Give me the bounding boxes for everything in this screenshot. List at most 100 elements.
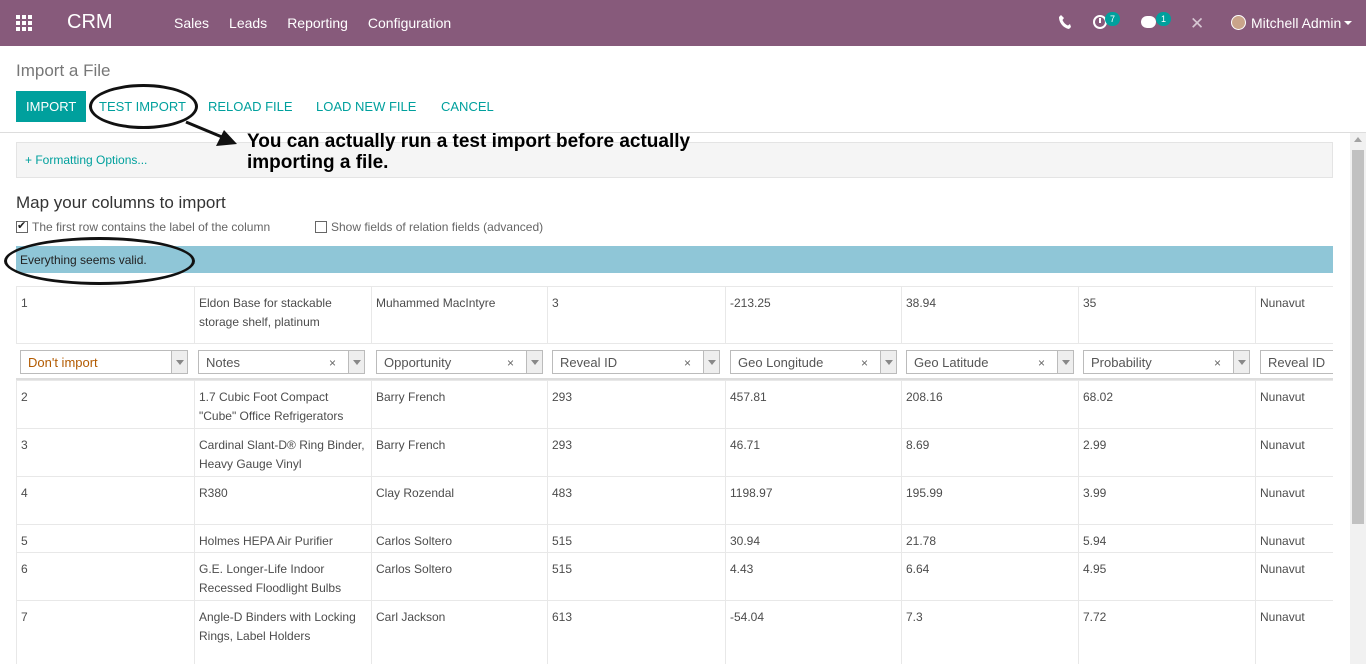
table-cell: 293 [547, 381, 725, 428]
table-cell: 483 [547, 477, 725, 524]
mapping-select-value: Probability [1091, 355, 1152, 370]
table-cell: 613 [547, 601, 725, 664]
menu-item-reporting[interactable]: Reporting [287, 15, 348, 31]
menu-item-configuration[interactable]: Configuration [368, 15, 451, 31]
annotation-ellipse [4, 237, 195, 285]
table-row: 5 Holmes HEPA Air Purifier Carlos Solter… [16, 524, 1333, 552]
mapping-select[interactable]: Reveal ID × [552, 350, 720, 374]
scroll-up-arrow-icon[interactable] [1354, 137, 1362, 142]
messages-icon[interactable] [1141, 16, 1156, 28]
table-cell: Angle-D Binders with Locking Rings, Labe… [194, 601, 371, 664]
clear-icon[interactable]: × [1038, 356, 1045, 370]
table-cell: 208.16 [901, 381, 1078, 428]
table-row: 6 G.E. Longer-Life Indoor Recessed Flood… [16, 552, 1333, 600]
clear-icon[interactable]: × [684, 356, 691, 370]
chevron-down-icon[interactable] [348, 351, 364, 373]
column-mapping-row: Don't import Notes × Opportunity × Revea… [16, 343, 1333, 380]
table-row: 2 1.7 Cubic Foot Compact "Cube" Office R… [16, 380, 1333, 428]
clear-icon[interactable]: × [507, 356, 514, 370]
mapping-select[interactable]: Probability × [1083, 350, 1250, 374]
activity-count-badge: 7 [1105, 12, 1120, 26]
table-cell: 8.69 [901, 429, 1078, 476]
mapping-select[interactable]: Reveal ID [1260, 350, 1333, 374]
table-cell: 3 [16, 429, 194, 476]
table-cell: 195.99 [901, 477, 1078, 524]
message-count-badge: 1 [1156, 12, 1171, 26]
table-row: 4 R380 Clay Rozendal 483 1198.97 195.99 … [16, 476, 1333, 524]
mapping-select-value: Notes [206, 355, 240, 370]
mapping-select[interactable]: Don't import [20, 350, 188, 374]
table-cell: Clay Rozendal [371, 477, 548, 524]
annotation-arrow-icon [185, 120, 237, 146]
table-cell: 7.72 [1078, 601, 1256, 664]
table-cell: 2 [16, 381, 194, 428]
table-cell: -213.25 [725, 287, 902, 343]
debug-tools-icon[interactable]: ✕ [1190, 14, 1204, 34]
table-cell: Carlos Soltero [371, 525, 548, 552]
mapping-select[interactable]: Geo Latitude × [906, 350, 1074, 374]
table-cell: 4.95 [1078, 553, 1256, 600]
mapping-select[interactable]: Notes × [198, 350, 365, 374]
first-row-label: The first row contains the label of the … [32, 220, 271, 234]
table-cell: -54.04 [725, 601, 902, 664]
table-cell: Holmes HEPA Air Purifier [194, 525, 371, 552]
clear-icon[interactable]: × [1214, 356, 1221, 370]
table-cell: 515 [547, 553, 725, 600]
table-cell: 293 [547, 429, 725, 476]
avatar[interactable] [1231, 15, 1246, 30]
table-cell: Muhammed MacIntyre [371, 287, 548, 343]
phone-icon[interactable] [1058, 14, 1072, 30]
table-cell: G.E. Longer-Life Indoor Recessed Floodli… [194, 553, 371, 600]
table-cell: 68.02 [1078, 381, 1256, 428]
header-data-row: 1 Eldon Base for stackable storage shelf… [16, 286, 1333, 343]
chevron-down-icon[interactable] [171, 351, 187, 373]
table-cell: 515 [547, 525, 725, 552]
annotation-callout: You can actually run a test import befor… [247, 131, 691, 173]
user-menu[interactable]: Mitchell Admin [1251, 15, 1341, 31]
table-cell: 21.78 [901, 525, 1078, 552]
table-cell: Carlos Soltero [371, 553, 548, 600]
chevron-down-icon[interactable] [1344, 21, 1352, 25]
table-cell: Nunavut [1255, 525, 1333, 552]
cancel-button[interactable]: CANCEL [441, 99, 494, 114]
first-row-checkbox[interactable] [16, 219, 28, 233]
table-cell: Nunavut [1255, 381, 1333, 428]
table-cell: 6 [16, 553, 194, 600]
chevron-down-icon[interactable] [526, 351, 542, 373]
first-row-label-option[interactable]: The first row contains the label of the … [16, 219, 271, 234]
table-cell: Nunavut [1255, 601, 1333, 664]
import-preview-table: 1 Eldon Base for stackable storage shelf… [16, 286, 1333, 664]
clear-icon[interactable]: × [861, 356, 868, 370]
table-cell: Barry French [371, 381, 548, 428]
table-cell: 30.94 [725, 525, 902, 552]
table-cell: 38.94 [901, 287, 1078, 343]
table-cell: 5.94 [1078, 525, 1256, 552]
mapping-select[interactable]: Geo Longitude × [730, 350, 897, 374]
table-cell: Nunavut [1255, 429, 1333, 476]
map-columns-title: Map your columns to import [16, 193, 226, 212]
chevron-down-icon[interactable] [1233, 351, 1249, 373]
show-relation-checkbox[interactable] [315, 221, 327, 233]
load-new-file-button[interactable]: LOAD NEW FILE [316, 99, 416, 114]
mapping-select-value: Reveal ID [1268, 355, 1326, 370]
table-cell: 1 [16, 287, 194, 343]
chevron-down-icon[interactable] [880, 351, 896, 373]
chevron-down-icon[interactable] [703, 351, 719, 373]
table-cell: 1.7 Cubic Foot Compact "Cube" Office Ref… [194, 381, 371, 428]
table-cell: 4.43 [725, 553, 902, 600]
clear-icon[interactable]: × [329, 356, 336, 370]
table-cell: Cardinal Slant-D® Ring Binder, Heavy Gau… [194, 429, 371, 476]
chevron-down-icon[interactable] [1057, 351, 1073, 373]
scrollbar-thumb[interactable] [1352, 150, 1364, 524]
table-cell: 7 [16, 601, 194, 664]
table-cell: R380 [194, 477, 371, 524]
table-row: 7 Angle-D Binders with Locking Rings, La… [16, 600, 1333, 664]
table-cell: Eldon Base for stackable storage shelf, … [194, 287, 371, 343]
table-cell: 5 [16, 525, 194, 552]
mapping-select[interactable]: Opportunity × [376, 350, 543, 374]
table-cell: 46.71 [725, 429, 902, 476]
table-cell: 3 [547, 287, 725, 343]
mapping-select-value: Opportunity [384, 355, 452, 370]
table-cell: Nunavut [1255, 477, 1333, 524]
show-relation-fields-option[interactable]: Show fields of relation fields (advanced… [315, 220, 543, 234]
